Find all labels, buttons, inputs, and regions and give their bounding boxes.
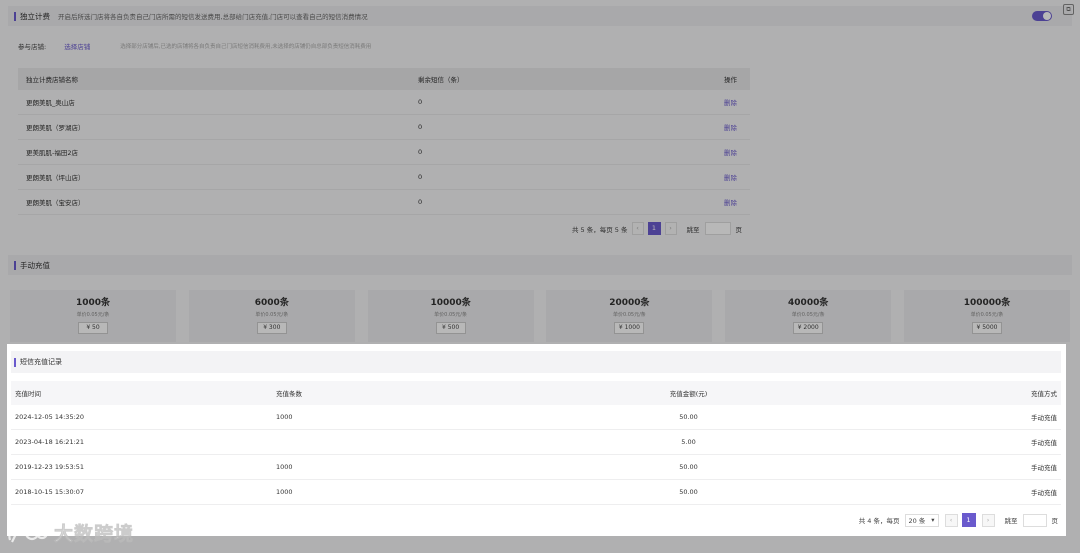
- header-count: 充值条数: [276, 390, 302, 398]
- jump-page-input[interactable]: [1022, 513, 1047, 527]
- record-method: 手动充值: [1031, 439, 1057, 447]
- watermark-text: 大数跨境: [54, 523, 135, 546]
- record-time: 2023-04-18 16:21:21: [15, 438, 85, 446]
- prev-page-icon[interactable]: ‹: [944, 513, 958, 527]
- table-header: 充值时间 充值条数 充值金额(元) 充值方式: [11, 381, 1061, 405]
- record-amount: 50.00: [679, 413, 698, 421]
- watermark-logo-icon: [8, 524, 48, 542]
- next-page-icon[interactable]: ›: [981, 513, 995, 527]
- table-row: 2024-12-05 14:35:20 1000 50.00 手动充值: [11, 405, 1061, 430]
- page-size-select[interactable]: 20 条 ▾: [904, 513, 939, 527]
- table-row: 2019-12-23 19:53:51 1000 50.00 手动充值: [11, 455, 1061, 480]
- header-method: 充值方式: [1031, 390, 1057, 398]
- recharge-records-table: 充值时间 充值条数 充值金额(元) 充值方式 2024-12-05 14:35:…: [11, 381, 1061, 505]
- record-method: 手动充值: [1031, 464, 1057, 472]
- table-row: 2018-10-15 15:30:07 1000 50.00 手动充值: [11, 480, 1061, 505]
- record-time: 2018-10-15 15:30:07: [15, 488, 85, 496]
- recharge-records-title: 短信充值记录: [20, 358, 62, 366]
- record-amount: 50.00: [679, 488, 698, 496]
- record-time: 2024-12-05 14:35:20: [15, 413, 85, 421]
- records-pagination: 共 4 条，每页 20 条 ▾ ‹ 1 › 跳至 页: [859, 513, 1058, 527]
- record-method: 手动充值: [1031, 414, 1057, 422]
- section-marker: [14, 357, 16, 367]
- header-time: 充值时间: [15, 390, 41, 398]
- page-size-value: 20 条: [908, 517, 926, 525]
- record-count: 1000: [276, 413, 293, 421]
- header-amount: 充值金额(元): [669, 390, 708, 398]
- table-row: 2023-04-18 16:21:21 5.00 手动充值: [11, 430, 1061, 455]
- jump-label: 跳至: [1004, 517, 1018, 525]
- record-amount: 5.00: [681, 438, 696, 446]
- watermark: 大数跨境: [6, 519, 134, 546]
- recharge-records-panel: 短信充值记录 充值时间 充值条数 充值金额(元) 充值方式 2024-12-05…: [7, 344, 1066, 536]
- record-count: 1000: [276, 488, 293, 496]
- chevron-down-icon: ▾: [931, 516, 935, 524]
- record-count: 1000: [276, 463, 293, 471]
- page-1-button[interactable]: 1: [961, 513, 976, 527]
- record-method: 手动充值: [1031, 489, 1057, 497]
- page-suffix: 页: [1051, 517, 1059, 525]
- record-time: 2019-12-23 19:53:51: [15, 463, 85, 471]
- record-amount: 50.00: [679, 463, 698, 471]
- pagination-summary: 共 4 条，每页: [858, 517, 900, 525]
- recharge-records-header: 短信充值记录: [11, 351, 1061, 373]
